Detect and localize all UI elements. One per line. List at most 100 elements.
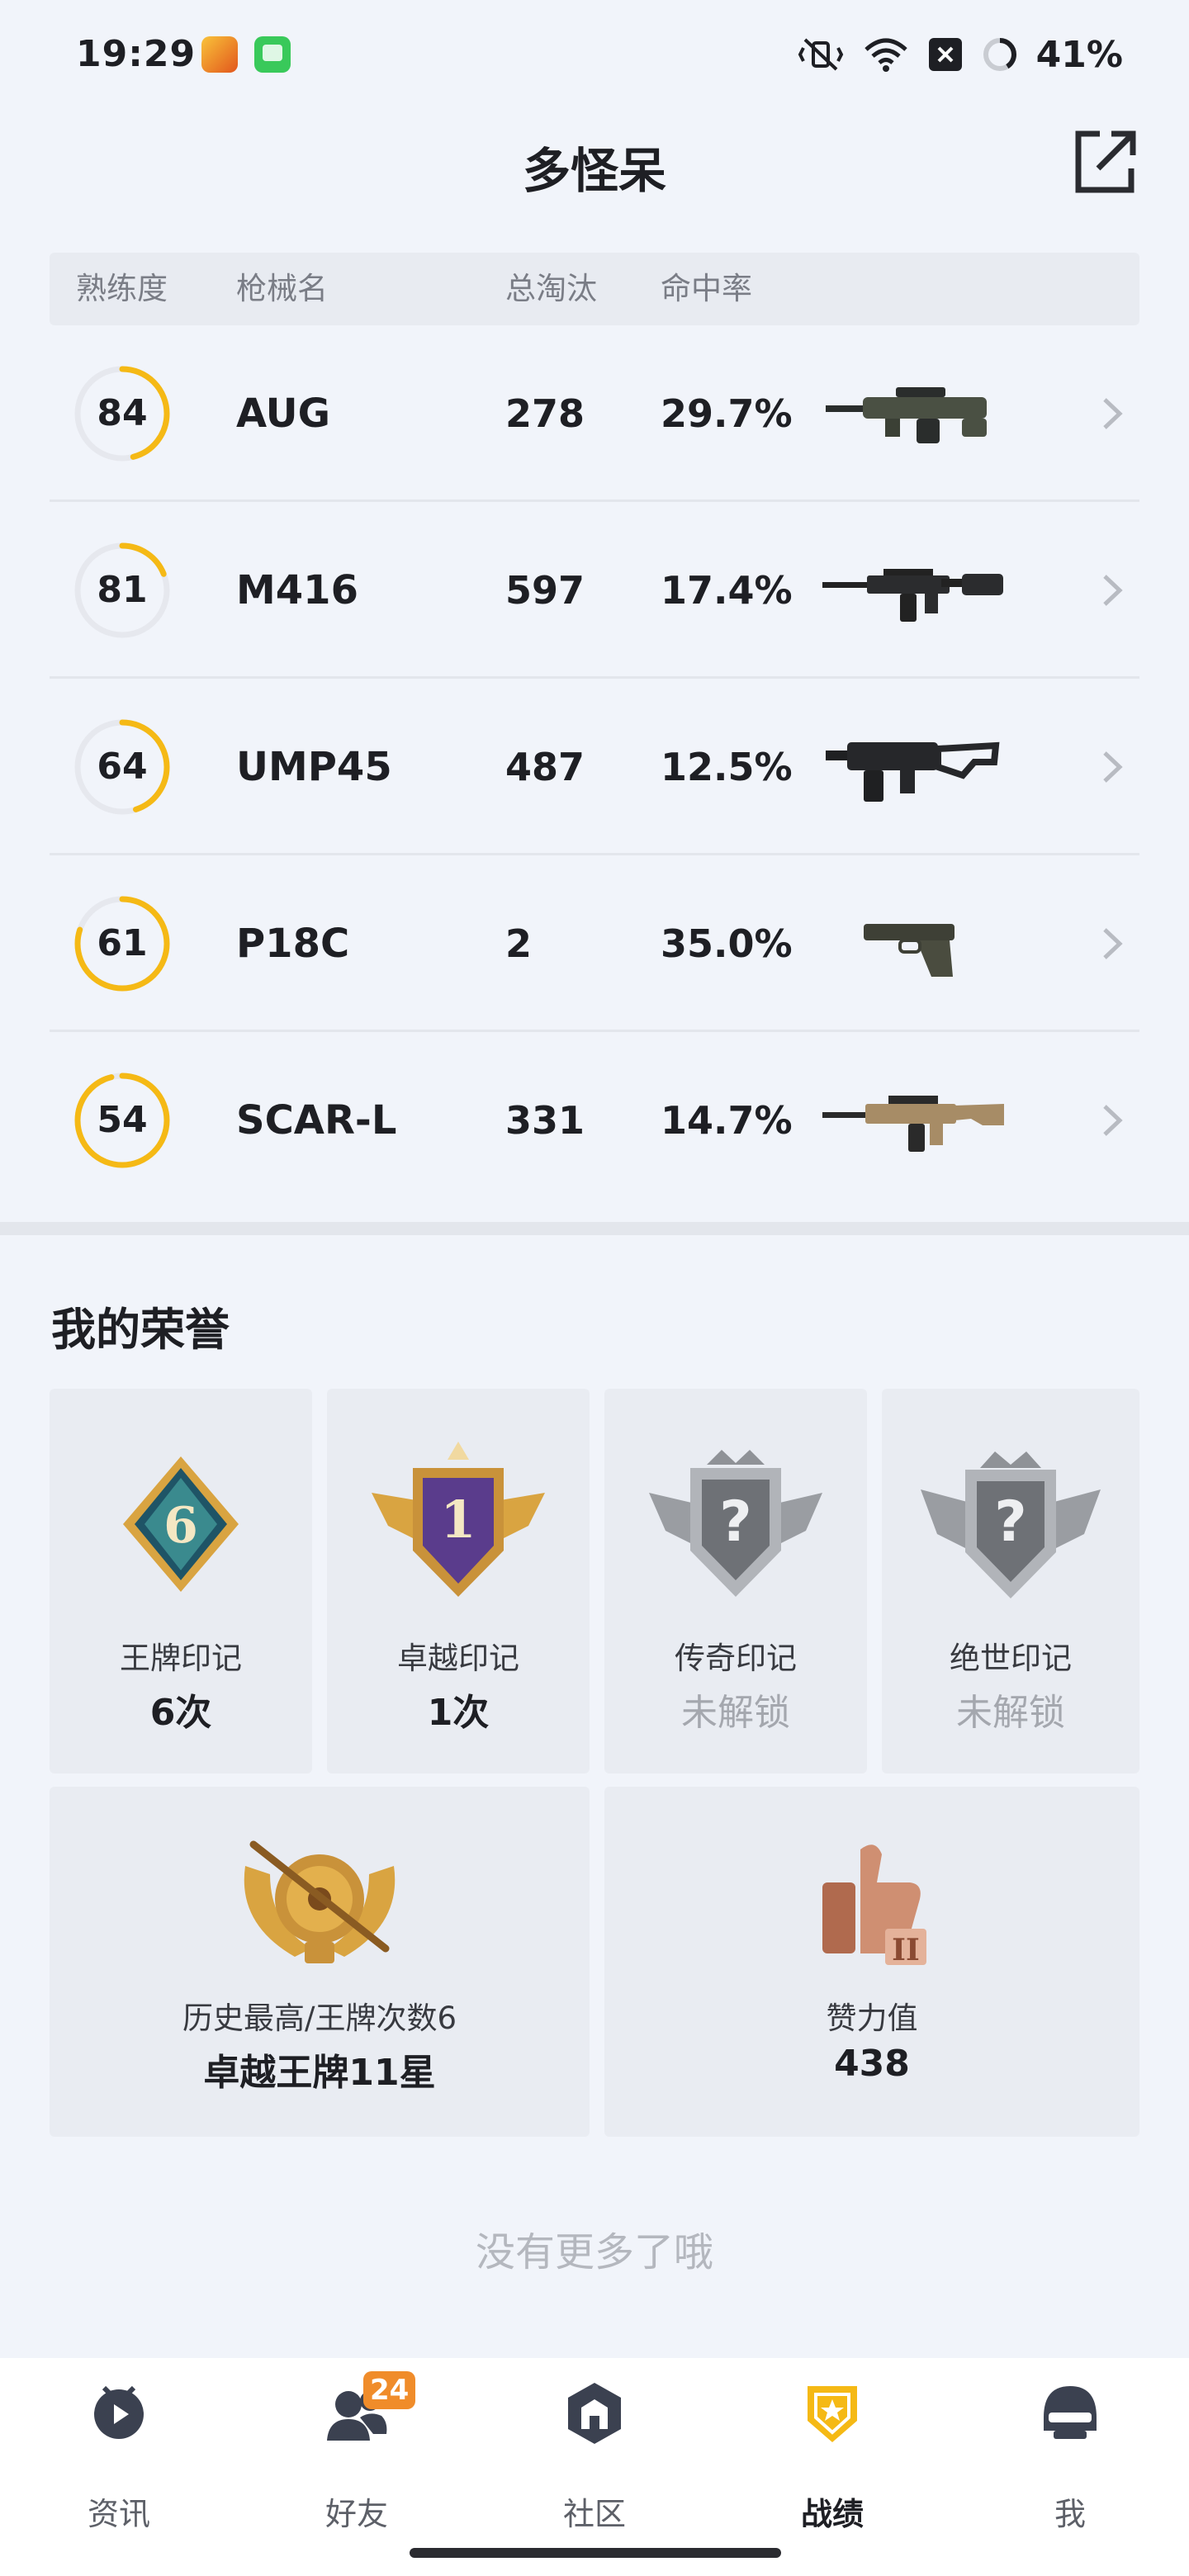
excellent-mark-count: 1次 (427, 1692, 490, 1734)
weapon-name: UMP45 (236, 744, 392, 790)
weapon-row-m416[interactable]: 81 M416 597 17.4% (50, 502, 1139, 679)
battery-percent: 41% (1035, 33, 1123, 76)
ace-mark-count: 6次 (149, 1692, 212, 1734)
no-sim-icon (928, 38, 962, 71)
weapon-name: P18C (236, 921, 350, 967)
game-app-icon (201, 36, 238, 73)
excellent-mark-number: 1 (440, 1489, 476, 1550)
weapon-row-ump45[interactable]: 64 UMP45 487 12.5% (50, 679, 1139, 855)
ace-mark-card[interactable]: 6 王牌印记 6次 (50, 1389, 312, 1773)
column-weapon-name: 枪械名 (236, 271, 328, 306)
legendary-mark-status: 未解锁 (681, 1692, 790, 1734)
likes-card[interactable]: II 赞力值 438 (604, 1787, 1139, 2137)
rank-emblem-icon (244, 1840, 396, 1963)
section-divider (0, 1222, 1189, 1235)
nav-item-me[interactable]: 我 (951, 2379, 1189, 2545)
mastery-value: 84 (97, 392, 148, 434)
weapon-row-p18c[interactable]: 61 P18C 2 35.0% (50, 855, 1139, 1032)
svg-text:?: ? (994, 1489, 1026, 1555)
weapon-row-scar-l[interactable]: 54 SCAR-L 331 14.7% (50, 1032, 1139, 1209)
peerless-mark-status: 未解锁 (956, 1692, 1065, 1734)
excellent-mark-label: 卓越印记 (397, 1641, 519, 1676)
end-of-list-text: 没有更多了哦 (475, 2229, 713, 2275)
honors-title: 我的荣誉 (51, 1304, 230, 1356)
chevron-right-icon (1103, 928, 1123, 959)
svg-text:II: II (892, 1933, 920, 1968)
weapon-accuracy: 14.7% (661, 1098, 793, 1143)
column-mastery: 熟练度 (76, 271, 168, 306)
friends-badge: 24 (363, 2371, 416, 2409)
nav-label-community: 社区 (562, 2496, 626, 2532)
peerless-mark-card[interactable]: ? 绝世印记 未解锁 (882, 1389, 1139, 1773)
share-icon[interactable] (1070, 127, 1139, 197)
weapon-kills: 487 (505, 745, 585, 789)
mute-vibrate-icon (798, 38, 843, 71)
nav-label-stats: 战绩 (800, 2496, 864, 2532)
wifi-icon (864, 38, 907, 72)
nav-label-friends: 好友 (324, 2496, 388, 2532)
svg-text:?: ? (719, 1489, 751, 1555)
message-app-icon (254, 36, 291, 73)
column-total-kills: 总淘汰 (505, 271, 597, 306)
best-rank-label: 历史最高/王牌次数6 (182, 2001, 457, 2036)
status-indicators: 41% (797, 30, 1123, 79)
status-bar: 19:29 41% (0, 0, 1189, 116)
status-time: 19:29 (76, 33, 197, 75)
excellent-mark-badge-icon: 1 (372, 1442, 545, 1597)
chevron-right-icon (1103, 575, 1123, 606)
nav-label-me: 我 (1054, 2496, 1086, 2532)
legendary-mark-locked-icon: ? (649, 1450, 822, 1597)
likes-label: 赞力值 (826, 2001, 918, 2036)
stats-shield-icon (808, 2386, 857, 2442)
weapon-kills: 2 (505, 921, 533, 966)
weapon-kills: 331 (505, 1098, 585, 1143)
weapon-accuracy: 29.7% (661, 391, 793, 436)
weapon-name: AUG (236, 391, 331, 437)
mastery-value: 64 (97, 746, 148, 788)
news-play-icon (94, 2385, 144, 2439)
aug-rifle-image (826, 387, 987, 443)
nav-label-news: 资讯 (87, 2496, 150, 2532)
mastery-value: 81 (97, 569, 148, 611)
ace-mark-number: 6 (163, 1497, 198, 1555)
best-rank-value: 卓越王牌11星 (203, 2052, 436, 2094)
weapon-accuracy: 12.5% (661, 745, 793, 789)
weapon-kills: 278 (505, 391, 585, 436)
weapon-accuracy: 35.0% (661, 921, 793, 966)
page-title: 多怪呆 (522, 143, 666, 199)
nav-item-stats[interactable]: 战绩 (713, 2379, 951, 2545)
p18c-pistol-image (864, 924, 955, 977)
peerless-mark-label: 绝世印记 (950, 1641, 1072, 1676)
community-icon (568, 2383, 621, 2444)
nav-item-friends[interactable]: 24 好友 (238, 2371, 476, 2545)
weapon-list: 84 AUG 278 29.7% 81 M416 597 17.4% 64 UM… (50, 325, 1139, 1209)
battery-icon (983, 38, 1016, 71)
excellent-mark-card[interactable]: 1 卓越印记 1次 (327, 1389, 590, 1773)
weapon-accuracy: 17.4% (661, 568, 793, 613)
likes-value: 438 (834, 2043, 910, 2085)
peerless-mark-locked-icon: ? (921, 1451, 1101, 1598)
nav-item-news[interactable]: 资讯 (0, 2379, 238, 2545)
mastery-value: 61 (97, 922, 148, 964)
weapon-row-aug[interactable]: 84 AUG 278 29.7% (50, 325, 1139, 502)
weapon-name: M416 (236, 567, 358, 613)
legendary-mark-label: 传奇印记 (675, 1641, 797, 1676)
mastery-value: 54 (97, 1099, 148, 1141)
chevron-right-icon (1103, 1105, 1123, 1136)
weapon-name: SCAR-L (236, 1097, 397, 1144)
ace-mark-label: 王牌印记 (120, 1641, 242, 1676)
scar-l-rifle-image (822, 1096, 1004, 1152)
best-rank-card[interactable]: 历史最高/王牌次数6 卓越王牌11星 (50, 1787, 590, 2137)
ump45-smg-image (826, 741, 1000, 802)
weapon-table-header: 熟练度 枪械名 总淘汰 命中率 (50, 253, 1139, 325)
weapon-kills: 597 (505, 568, 585, 613)
home-indicator (410, 2548, 781, 2558)
thumbs-up-icon: II (822, 1844, 926, 1968)
legendary-mark-card[interactable]: ? 传奇印记 未解锁 (604, 1389, 867, 1773)
nav-item-community[interactable]: 社区 (476, 2379, 713, 2545)
chevron-right-icon (1103, 398, 1123, 429)
m416-rifle-image (822, 569, 1003, 622)
bottom-nav: 资讯 24 好友 社区 战绩 我 (0, 2358, 1189, 2576)
profile-helmet-icon (1044, 2386, 1097, 2439)
column-accuracy: 命中率 (661, 271, 752, 306)
